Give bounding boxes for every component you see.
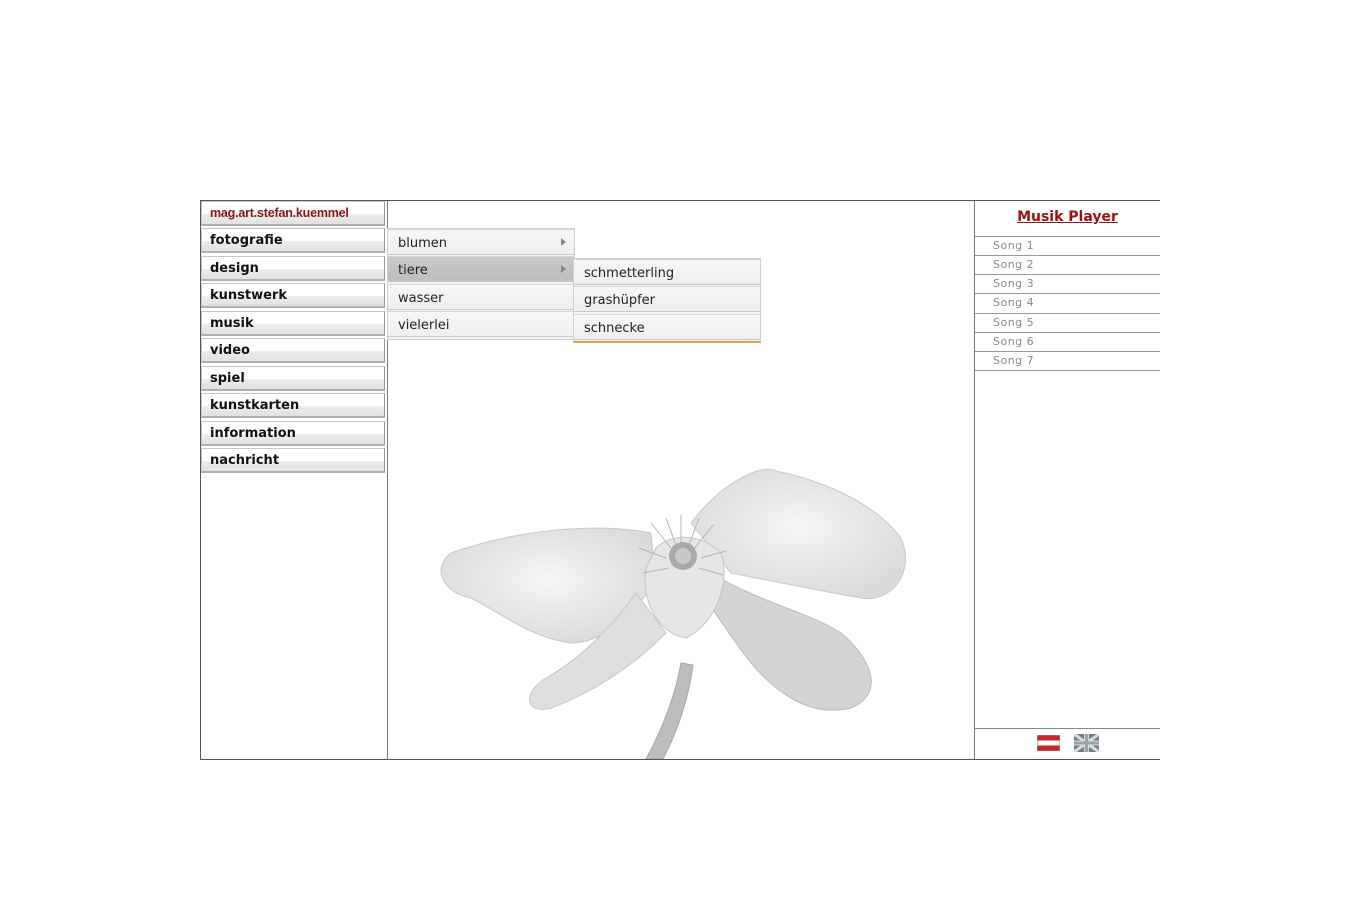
site-frame: mag.art.stefan.kuemmel fotografie design… (200, 200, 1160, 760)
nav-item-kunstwerk[interactable]: kunstwerk (201, 283, 385, 308)
music-player: Musik Player Song 1 Song 2 Song 3 Song 4… (974, 201, 1160, 759)
submenu-fotografie: blumen tiere wasser vielerlei (387, 228, 575, 340)
nav-item-design[interactable]: design (201, 256, 385, 281)
nav-item-musik[interactable]: musik (201, 311, 385, 336)
submenu-item-schnecke[interactable]: schnecke (574, 314, 760, 340)
submenu-item-blumen[interactable]: blumen (388, 229, 574, 255)
song-item[interactable]: Song 2 (975, 255, 1160, 274)
song-item[interactable]: Song 6 (975, 332, 1160, 351)
austria-flag-icon[interactable] (1037, 735, 1060, 751)
submenu-item-schmetterling[interactable]: schmetterling (574, 259, 760, 285)
chevron-right-icon (561, 265, 566, 273)
language-switcher (975, 728, 1160, 760)
flower-photo (440, 468, 906, 759)
submenu-item-vielerlei[interactable]: vielerlei (388, 311, 574, 337)
nav-item-kunstkarten[interactable]: kunstkarten (201, 393, 385, 418)
nav-item-spiel[interactable]: spiel (201, 366, 385, 391)
submenu-item-label: blumen (398, 236, 448, 251)
song-item[interactable]: Song 4 (975, 293, 1160, 312)
chevron-right-icon (561, 238, 566, 246)
submenu-item-wasser[interactable]: wasser (388, 284, 574, 310)
nav-item-video[interactable]: video (201, 338, 385, 363)
song-item[interactable]: Song 7 (975, 351, 1160, 371)
uk-flag-icon[interactable] (1074, 734, 1099, 752)
nav-item-fotografie[interactable]: fotografie (201, 228, 385, 253)
submenu-item-label: tiere (398, 263, 428, 278)
submenu-item-tiere[interactable]: tiere (388, 256, 574, 282)
left-navigation: mag.art.stefan.kuemmel fotografie design… (201, 201, 388, 759)
submenu-item-grashuepfer[interactable]: grashüpfer (574, 286, 760, 312)
nav-brand-link[interactable]: mag.art.stefan.kuemmel (201, 201, 385, 226)
nav-item-information[interactable]: information (201, 421, 385, 446)
nav-item-nachricht[interactable]: nachricht (201, 448, 385, 473)
song-item[interactable]: Song 5 (975, 313, 1160, 332)
music-player-title[interactable]: Musik Player (975, 209, 1160, 225)
song-item[interactable]: Song 3 (975, 274, 1160, 293)
song-item[interactable]: Song 1 (975, 236, 1160, 255)
submenu-tiere: schmetterling grashüpfer schnecke (573, 258, 761, 343)
